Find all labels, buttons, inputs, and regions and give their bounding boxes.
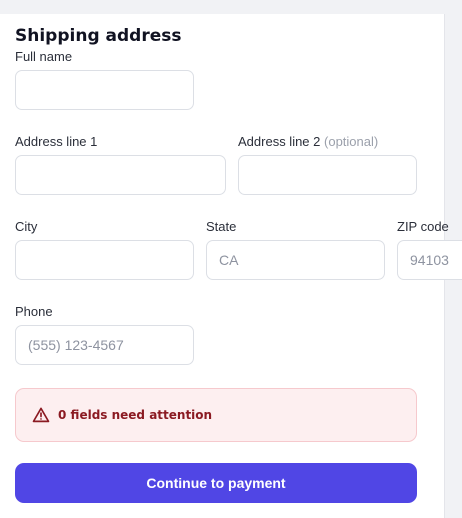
alert-text: fields need attention	[70, 408, 213, 422]
city-input[interactable]	[15, 240, 194, 280]
zip-code-input[interactable]	[397, 240, 462, 280]
warning-triangle-icon	[32, 406, 50, 424]
address-line-1-input[interactable]	[15, 155, 226, 195]
address-line-1-label: Address line 1	[15, 134, 98, 149]
state-input[interactable]	[206, 240, 385, 280]
alert-message: 0 fields need attention	[58, 408, 212, 422]
optional-hint: (optional)	[324, 134, 379, 149]
form-title: Shipping address	[15, 26, 182, 46]
full-name-label: Full name	[15, 49, 73, 64]
phone-input[interactable]	[15, 325, 194, 365]
address-line-2-input[interactable]	[238, 155, 417, 195]
shipping-address-card: Shipping address Full name Address line …	[0, 14, 462, 518]
continue-to-payment-button[interactable]: Continue to payment	[15, 463, 417, 503]
alert-count: 0	[58, 408, 67, 422]
city-label: City	[15, 219, 38, 234]
state-label: State	[206, 219, 237, 234]
zip-code-label: ZIP code	[397, 219, 449, 234]
address-line-2-label: Address line 2 (optional)	[238, 134, 378, 150]
full-name-input[interactable]	[15, 70, 194, 110]
address-line-2-label-text: Address line 2	[238, 134, 321, 149]
checkout-page: Shipping address Full name Address line …	[0, 0, 462, 518]
phone-label: Phone	[15, 304, 53, 319]
validation-alert: 0 fields need attention	[15, 388, 417, 442]
